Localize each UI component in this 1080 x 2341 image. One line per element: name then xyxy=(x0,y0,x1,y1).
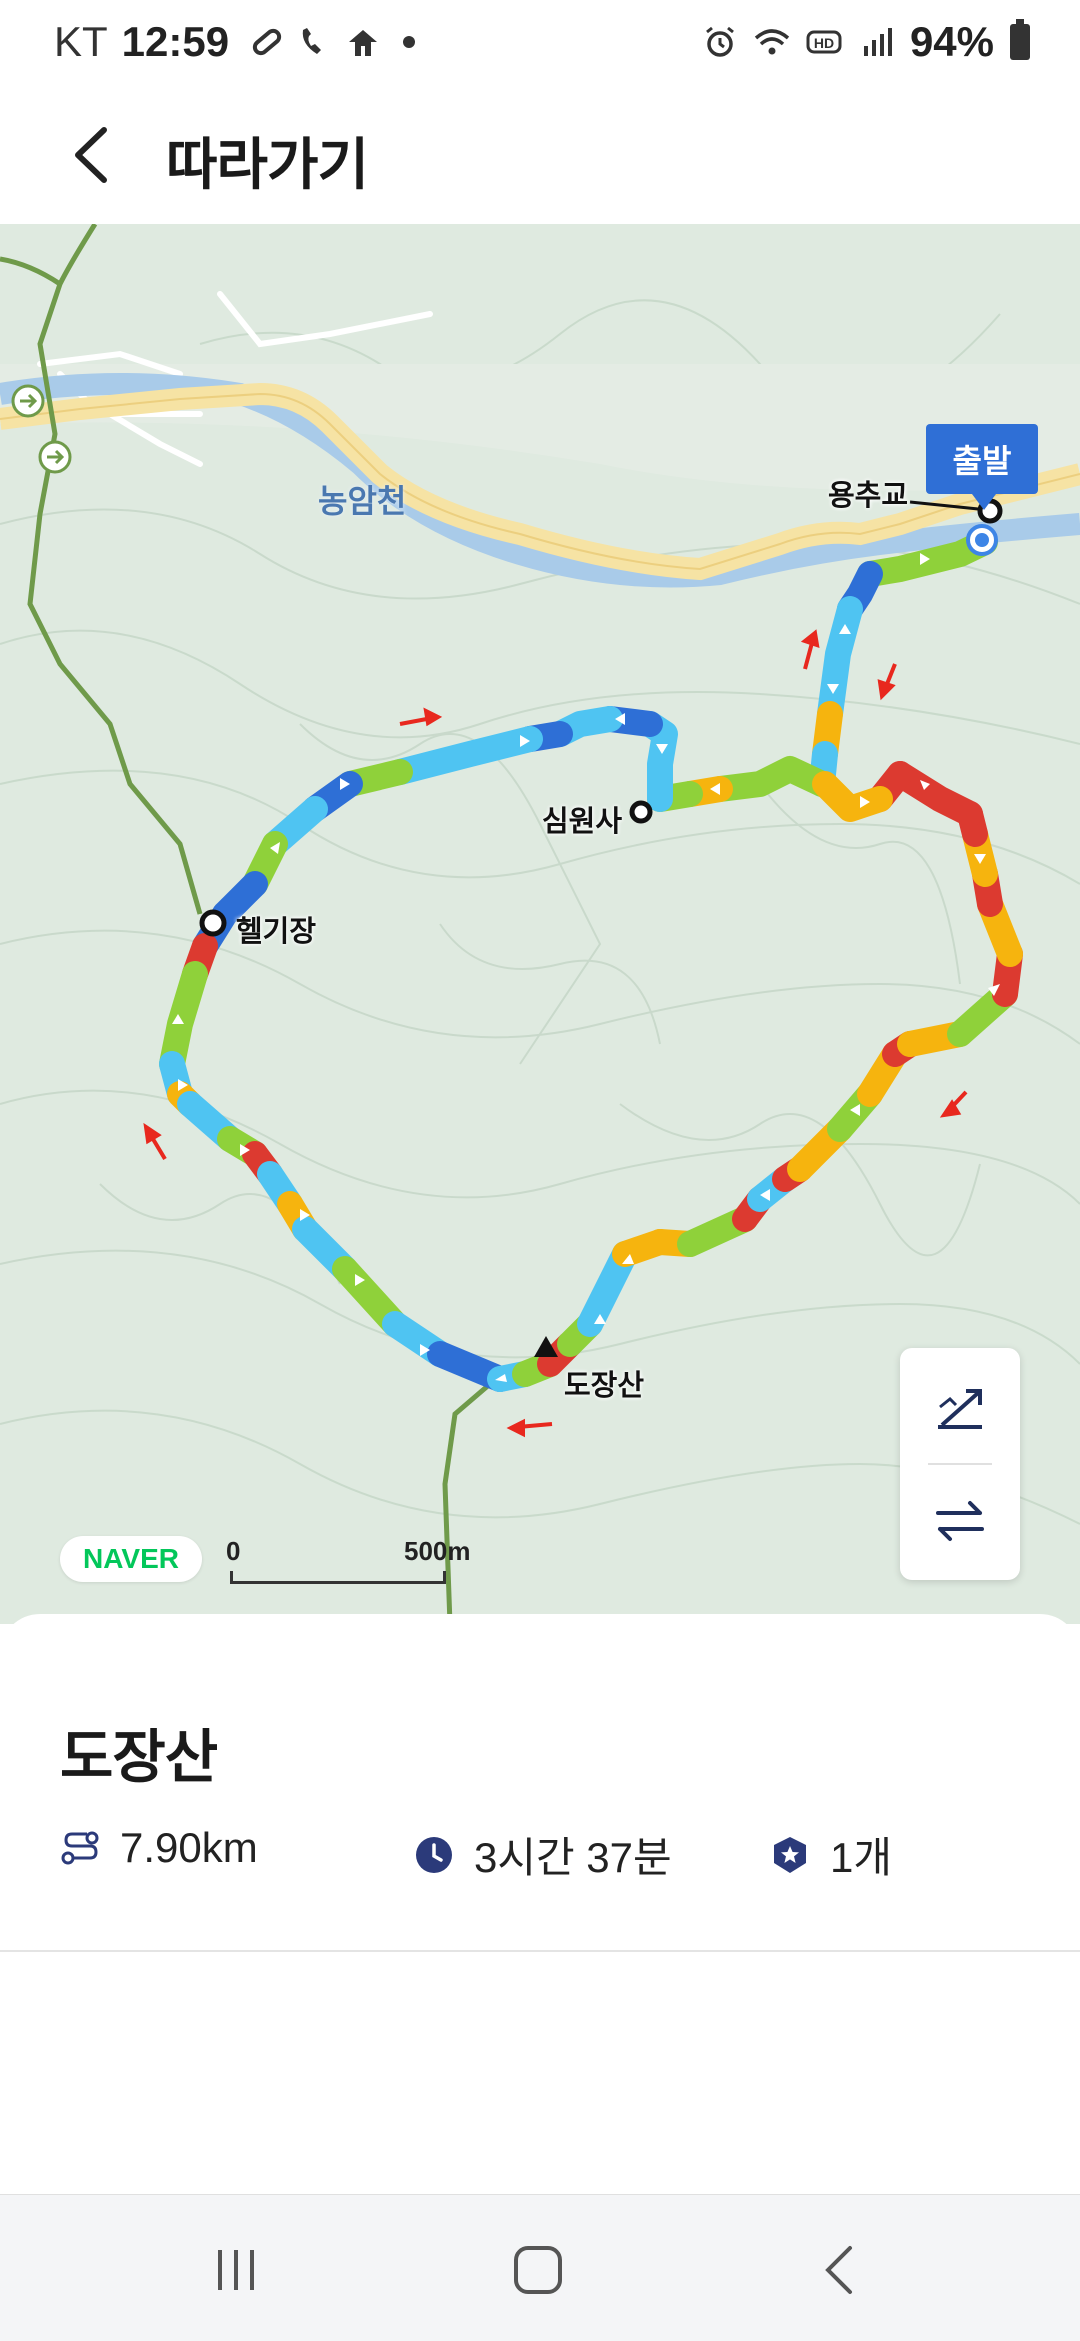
signal-icon xyxy=(863,28,892,56)
recents-button[interactable] xyxy=(196,2235,276,2305)
distance-stat: 7.90km xyxy=(60,1824,258,1872)
system-nav-bar xyxy=(0,2194,1080,2341)
recents-icon xyxy=(218,2250,254,2290)
clock-time: 12:59 xyxy=(121,18,230,65)
alarm-icon xyxy=(706,26,734,57)
transit-icon xyxy=(349,30,378,56)
notification-dot-icon xyxy=(403,36,416,48)
poi-label-bridge[interactable]: 용추교 xyxy=(828,472,908,514)
poi-label-peak[interactable]: 도장산 xyxy=(564,1362,644,1404)
back-nav-button[interactable] xyxy=(800,2235,880,2305)
scale-distance-label: 500m xyxy=(404,1536,471,1566)
swap-direction-icon xyxy=(936,1501,984,1541)
poi-label-heliport[interactable]: 헬기장 xyxy=(236,908,316,950)
elevation-icon xyxy=(938,1389,982,1429)
route-title: 도장산 xyxy=(60,1725,218,1790)
badge-stat: 1개 xyxy=(770,1824,892,1885)
swap-direction-button[interactable] xyxy=(900,1466,1020,1576)
page-title: 따라가기 xyxy=(166,133,369,196)
clock-icon xyxy=(416,1836,452,1873)
controls-divider xyxy=(928,1463,992,1465)
home-icon xyxy=(514,2246,562,2294)
battery-percent: 94% xyxy=(909,18,994,65)
distance-value: 7.90km xyxy=(120,1824,258,1871)
map-controls xyxy=(900,1348,1020,1580)
scale-bar xyxy=(230,1571,446,1584)
status-bar: KT 12:59 HD 94% xyxy=(0,0,1080,90)
route-direction-markers xyxy=(172,553,1000,1382)
map-scale: 0 500m xyxy=(226,1536,471,1584)
naver-logo: NAVER xyxy=(60,1536,202,1582)
link-icon xyxy=(252,28,282,56)
river-label: 농암천 xyxy=(318,483,407,519)
poi-label-temple[interactable]: 심원사 xyxy=(542,798,622,840)
hd-icon: HD xyxy=(806,30,842,54)
chevron-left-icon[interactable] xyxy=(60,120,130,190)
wifi-icon xyxy=(754,29,790,55)
carrier-label: KT xyxy=(54,18,108,65)
duration-value: 3시간 37분 xyxy=(474,1834,672,1881)
duration-stat: 3시간 37분 xyxy=(414,1824,672,1885)
wifi-call-icon xyxy=(302,28,322,54)
badge-star-icon xyxy=(774,1836,806,1873)
start-badge[interactable]: 출발 xyxy=(926,424,1038,510)
app-header: 따라가기 xyxy=(0,90,1080,224)
sheet-divider xyxy=(0,1950,1080,1952)
scale-zero-label: 0 xyxy=(226,1536,241,1566)
route-summary-sheet: 도장산 7.90km 3시간 37분 1개 xyxy=(0,1614,1080,2194)
home-button[interactable] xyxy=(498,2235,578,2305)
elevation-toggle-button[interactable] xyxy=(900,1352,1020,1462)
route-distance-icon xyxy=(61,1831,99,1865)
battery-icon xyxy=(1010,19,1030,60)
svg-text:HD: HD xyxy=(814,35,834,51)
badge-count: 1개 xyxy=(830,1834,892,1881)
back-nav-icon xyxy=(825,2246,852,2294)
map-view[interactable]: 농암천 출발 용추교 심원사 헬기장 도장산 NAVER 0 500m xyxy=(0,224,1080,1624)
